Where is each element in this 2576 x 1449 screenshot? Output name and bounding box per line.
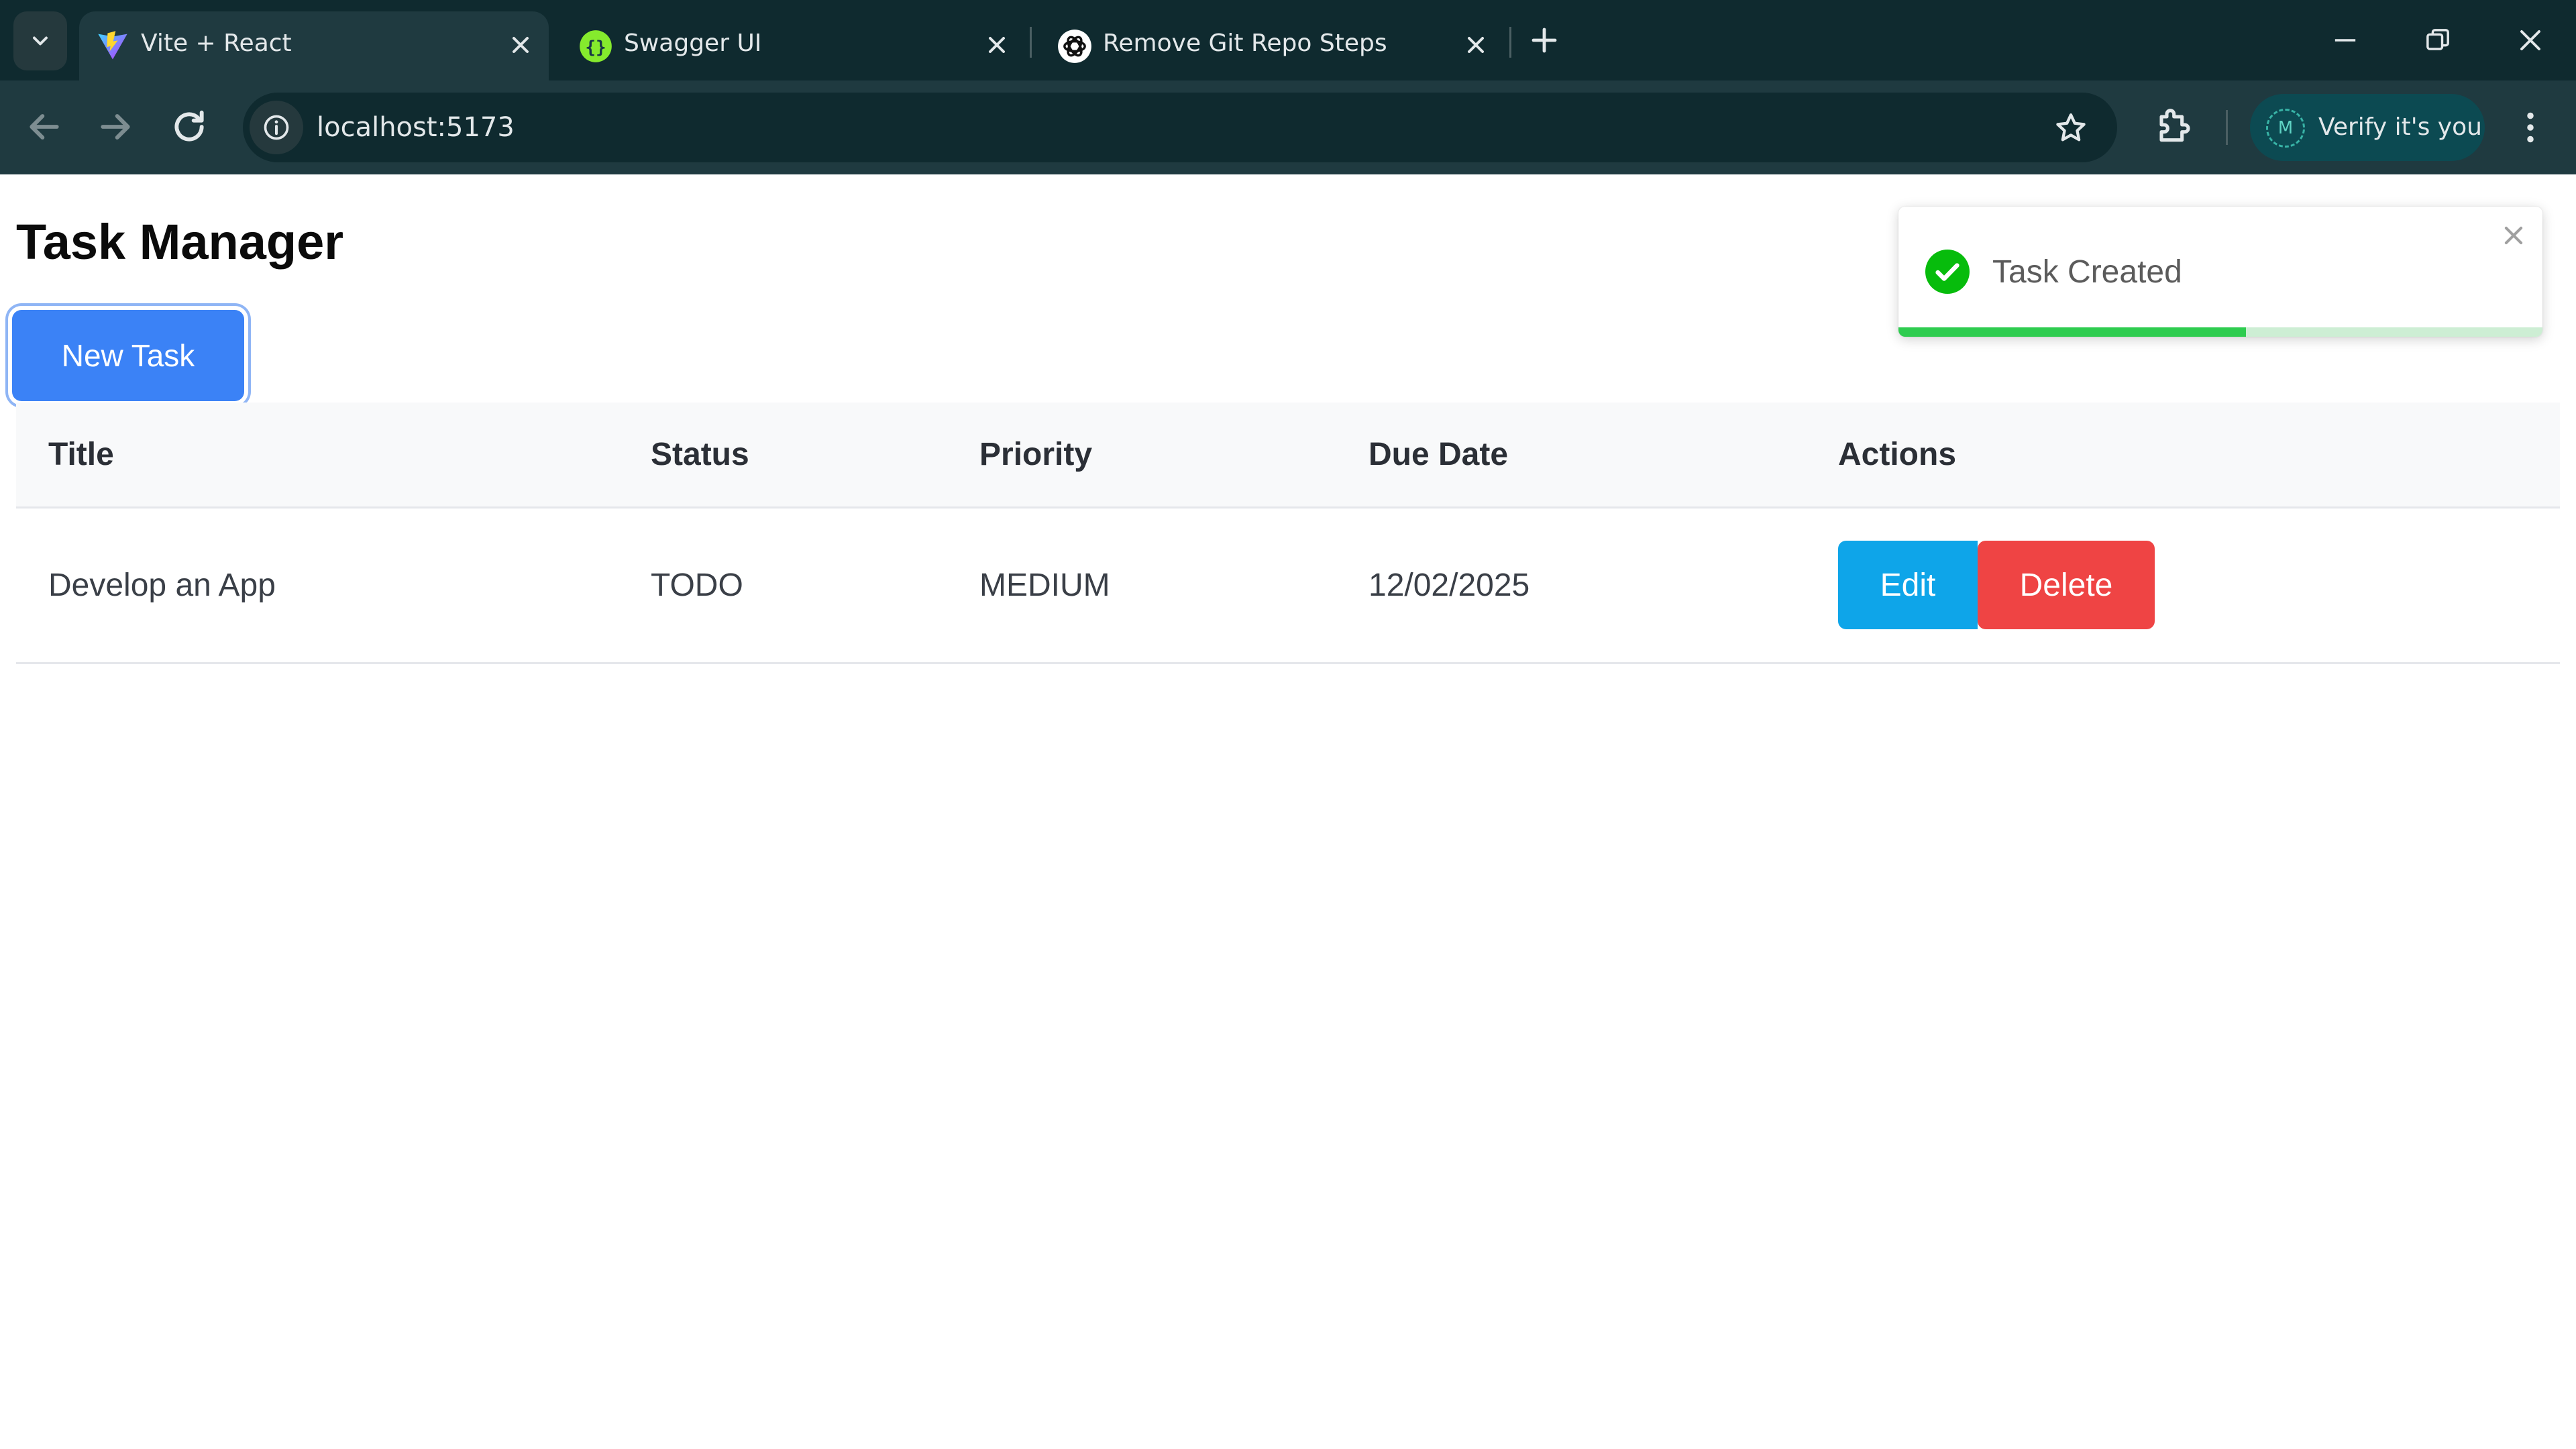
table-header: Title Status Priority Due Date Actions	[16, 402, 2560, 507]
close-icon[interactable]	[983, 32, 1010, 58]
restore-icon[interactable]	[2420, 23, 2455, 58]
tab-separator	[1030, 27, 1032, 58]
close-icon[interactable]	[507, 32, 534, 58]
table-row: Develop an App TODO MEDIUM 12/02/2025 Ed…	[16, 507, 2560, 663]
tab-separator	[1509, 27, 1511, 58]
forward-icon[interactable]	[94, 105, 137, 148]
more-options-icon[interactable]	[2510, 107, 2551, 148]
vite-icon	[98, 31, 127, 60]
task-priority-cell: MEDIUM	[979, 567, 1110, 603]
edit-button[interactable]: Edit	[1838, 541, 1978, 629]
svg-text:{}: {}	[585, 38, 606, 58]
toolbar-separator	[2226, 110, 2228, 145]
task-table: Title Status Priority Due Date Actions D…	[16, 402, 2560, 664]
tab-remove-git-repo-steps[interactable]: Remove Git Repo Steps	[1041, 11, 1504, 80]
address-bar[interactable]: localhost:5173	[243, 93, 2117, 162]
reload-icon[interactable]	[168, 105, 211, 148]
success-check-icon	[1925, 250, 1970, 294]
toast-progress-track	[1898, 327, 2542, 337]
tab-title: Remove Git Repo Steps	[1103, 30, 1387, 57]
toast-message: Task Created	[1992, 254, 2182, 290]
tab-search-button[interactable]	[13, 11, 67, 70]
table-header-row: Title Status Priority Due Date Actions	[16, 402, 2560, 507]
bookmark-star-icon[interactable]	[2053, 110, 2089, 146]
minimize-icon[interactable]	[2328, 23, 2363, 58]
url-text[interactable]: localhost:5173	[317, 93, 515, 162]
browser-tab-strip: Vite + React {} Swagger UI Remove Git Re…	[0, 0, 2576, 80]
openai-icon	[1058, 30, 1091, 63]
extensions-icon[interactable]	[2151, 106, 2194, 149]
tab-vite-react[interactable]: Vite + React	[79, 11, 549, 80]
delete-button[interactable]: Delete	[1978, 541, 2155, 629]
info-icon	[264, 115, 289, 140]
profile-button[interactable]: M Verify it's you	[2250, 94, 2485, 161]
column-header-actions: Actions	[1838, 436, 1957, 472]
new-tab-icon[interactable]	[1528, 24, 1560, 56]
table-body: Develop an App TODO MEDIUM 12/02/2025 Ed…	[16, 507, 2560, 663]
tab-title: Vite + React	[141, 30, 292, 57]
back-icon[interactable]	[23, 105, 66, 148]
toast-progress-bar	[1898, 327, 2247, 337]
swagger-icon: {}	[580, 30, 612, 62]
toast-notification: Task Created	[1898, 207, 2542, 337]
column-header-priority: Priority	[979, 436, 1093, 472]
browser-toolbar: localhost:5173 M Verify it's you	[0, 80, 2576, 174]
close-icon[interactable]	[1462, 32, 1489, 58]
column-header-status: Status	[651, 436, 749, 472]
close-window-icon[interactable]	[2513, 23, 2548, 58]
new-task-button[interactable]: New Task	[12, 310, 244, 401]
page-title: Task Manager	[16, 214, 344, 270]
column-header-title: Title	[48, 436, 114, 472]
task-status-cell: TODO	[651, 567, 743, 603]
tab-title: Swagger UI	[624, 30, 762, 57]
site-info-button[interactable]	[250, 101, 303, 154]
avatar: M	[2266, 109, 2305, 148]
task-due-date-cell: 12/02/2025	[1368, 567, 1530, 603]
chevron-down-icon	[33, 36, 48, 46]
column-header-due-date: Due Date	[1368, 436, 1509, 472]
close-icon[interactable]	[2501, 223, 2526, 248]
task-title-cell: Develop an App	[48, 567, 276, 603]
profile-label: Verify it's you	[2318, 113, 2482, 141]
tab-swagger-ui[interactable]: {} Swagger UI	[562, 11, 1025, 80]
task-actions-cell: Edit Delete	[1806, 507, 2560, 663]
